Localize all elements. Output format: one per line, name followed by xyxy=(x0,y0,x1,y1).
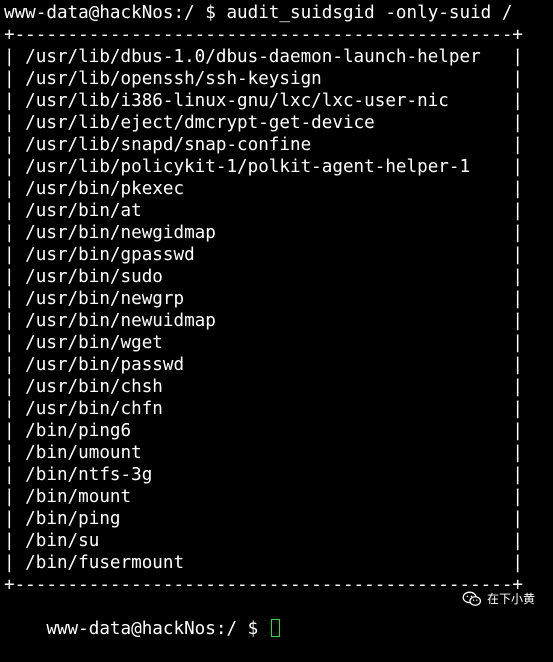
wechat-icon xyxy=(462,591,482,606)
table-row: | /usr/bin/passwd | xyxy=(4,355,524,375)
table-row: | /bin/ping6 | xyxy=(4,421,524,441)
table-row: | /usr/bin/gpasswd | xyxy=(4,245,524,265)
table-row: | /usr/bin/pkexec | xyxy=(4,179,524,199)
table-row: | /bin/umount | xyxy=(4,443,524,463)
shell-prompt: www-data@hackNos:/ $ xyxy=(46,619,269,639)
watermark-text: 在下小黄 xyxy=(486,592,535,606)
table-row: | /bin/su | xyxy=(4,531,524,551)
prompt-line[interactable]: www-data@hackNos:/ $ xyxy=(4,596,280,639)
table-border-bottom: +---------------------------------------… xyxy=(4,575,524,595)
table-row: | /usr/lib/eject/dmcrypt-get-device | xyxy=(4,113,524,133)
table-row: | /usr/bin/chfn | xyxy=(4,399,524,419)
watermark: 在下小黄 xyxy=(462,590,535,607)
table-row: | /usr/lib/dbus-1.0/dbus-daemon-launch-h… xyxy=(4,47,524,67)
table-row: | /usr/lib/openssh/ssh-keysign | xyxy=(4,69,524,89)
table-row: | /usr/lib/policykit-1/polkit-agent-help… xyxy=(4,157,524,177)
table-row: | /bin/fusermount | xyxy=(4,553,524,573)
table-row: | /bin/ntfs-3g | xyxy=(4,465,524,485)
terminal-window[interactable]: www-data@hackNos:/ $ audit_suidsgid -onl… xyxy=(0,0,553,639)
text-cursor xyxy=(270,619,280,637)
table-row: | /bin/ping | xyxy=(4,509,524,529)
table-row: | /usr/bin/sudo | xyxy=(4,267,524,287)
table-border-top: +---------------------------------------… xyxy=(4,25,524,45)
table-row: | /bin/mount | xyxy=(4,487,524,507)
table-row: | /usr/bin/at | xyxy=(4,201,524,221)
table-row: | /usr/lib/i386-linux-gnu/lxc/lxc-user-n… xyxy=(4,91,524,111)
table-row: | /usr/bin/newgrp | xyxy=(4,289,524,309)
table-row: | /usr/bin/chsh | xyxy=(4,377,524,397)
table-row: | /usr/bin/wget | xyxy=(4,333,524,353)
table-row: | /usr/bin/newuidmap | xyxy=(4,311,524,331)
table-row: | /usr/bin/newgidmap | xyxy=(4,223,524,243)
table-row: | /usr/lib/snapd/snap-confine | xyxy=(4,135,524,155)
command-line: www-data@hackNos:/ $ audit_suidsgid -onl… xyxy=(4,3,513,23)
